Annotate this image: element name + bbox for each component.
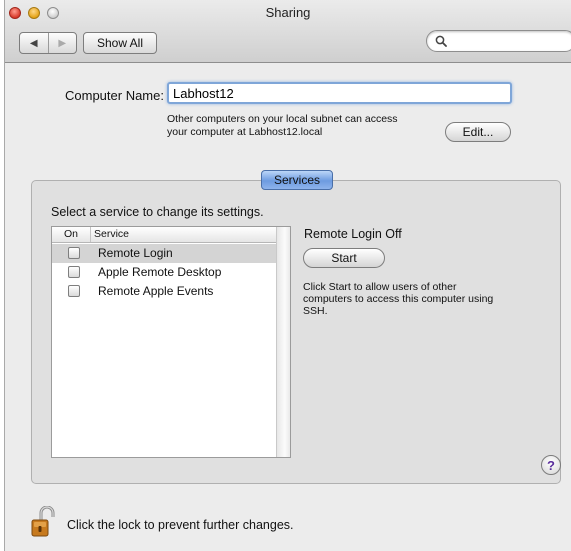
- computer-name-description: Other computers on your local subnet can…: [167, 113, 427, 139]
- table-header: On Service: [52, 227, 276, 243]
- back-forward-control: ◀ ▶: [19, 32, 77, 54]
- column-header-on[interactable]: On: [64, 228, 78, 240]
- service-row-remote-apple-events[interactable]: Remote Apple Events: [52, 282, 276, 301]
- open-lock-icon[interactable]: [31, 505, 55, 538]
- service-description-line: computers to access this computer using: [303, 293, 494, 305]
- computer-name-description-line: Other computers on your local subnet can…: [167, 113, 398, 125]
- service-row-remote-login[interactable]: Remote Login: [52, 244, 276, 263]
- column-divider: [90, 227, 91, 242]
- service-label: Remote Login: [98, 246, 173, 260]
- computer-name-description-line: your computer at Labhost12.local: [167, 126, 323, 138]
- service-status: Remote Login Off: [304, 227, 402, 241]
- service-checkbox[interactable]: [68, 266, 80, 278]
- window-title: Sharing: [265, 5, 311, 20]
- search-input[interactable]: [447, 35, 571, 47]
- show-all-button[interactable]: Show All: [83, 32, 157, 54]
- magnifier-icon: [435, 35, 447, 47]
- service-description: Click Start to allow users of other comp…: [303, 281, 523, 317]
- service-checkbox[interactable]: [68, 285, 80, 297]
- forward-button[interactable]: ▶: [49, 33, 77, 53]
- service-checkbox[interactable]: [68, 247, 80, 259]
- service-description-line: SSH.: [303, 305, 328, 317]
- edit-button[interactable]: Edit...: [445, 122, 511, 142]
- tab-services[interactable]: Services: [261, 170, 333, 190]
- lock-message: Click the lock to prevent further change…: [67, 518, 294, 532]
- service-row-apple-remote-desktop[interactable]: Apple Remote Desktop: [52, 263, 276, 282]
- column-header-service[interactable]: Service: [94, 228, 129, 240]
- help-button[interactable]: ?: [541, 455, 561, 475]
- service-description-line: Click Start to allow users of other: [303, 281, 457, 293]
- services-table[interactable]: On Service Remote Login Apple Remote Des…: [51, 226, 291, 458]
- computer-name-label: Computer Name:: [65, 88, 164, 103]
- sharing-window: Sharing ◀ ▶ Show All Computer Name: Othe…: [4, 0, 571, 551]
- back-button[interactable]: ◀: [20, 33, 49, 53]
- service-label: Apple Remote Desktop: [98, 265, 222, 279]
- start-button[interactable]: Start: [303, 248, 385, 268]
- toolbar: Sharing ◀ ▶ Show All: [5, 0, 571, 63]
- search-field[interactable]: [426, 30, 571, 52]
- vertical-scrollbar[interactable]: [276, 227, 290, 457]
- computer-name-input[interactable]: [167, 82, 512, 104]
- services-prompt: Select a service to change its settings.: [51, 205, 264, 219]
- service-label: Remote Apple Events: [98, 284, 214, 298]
